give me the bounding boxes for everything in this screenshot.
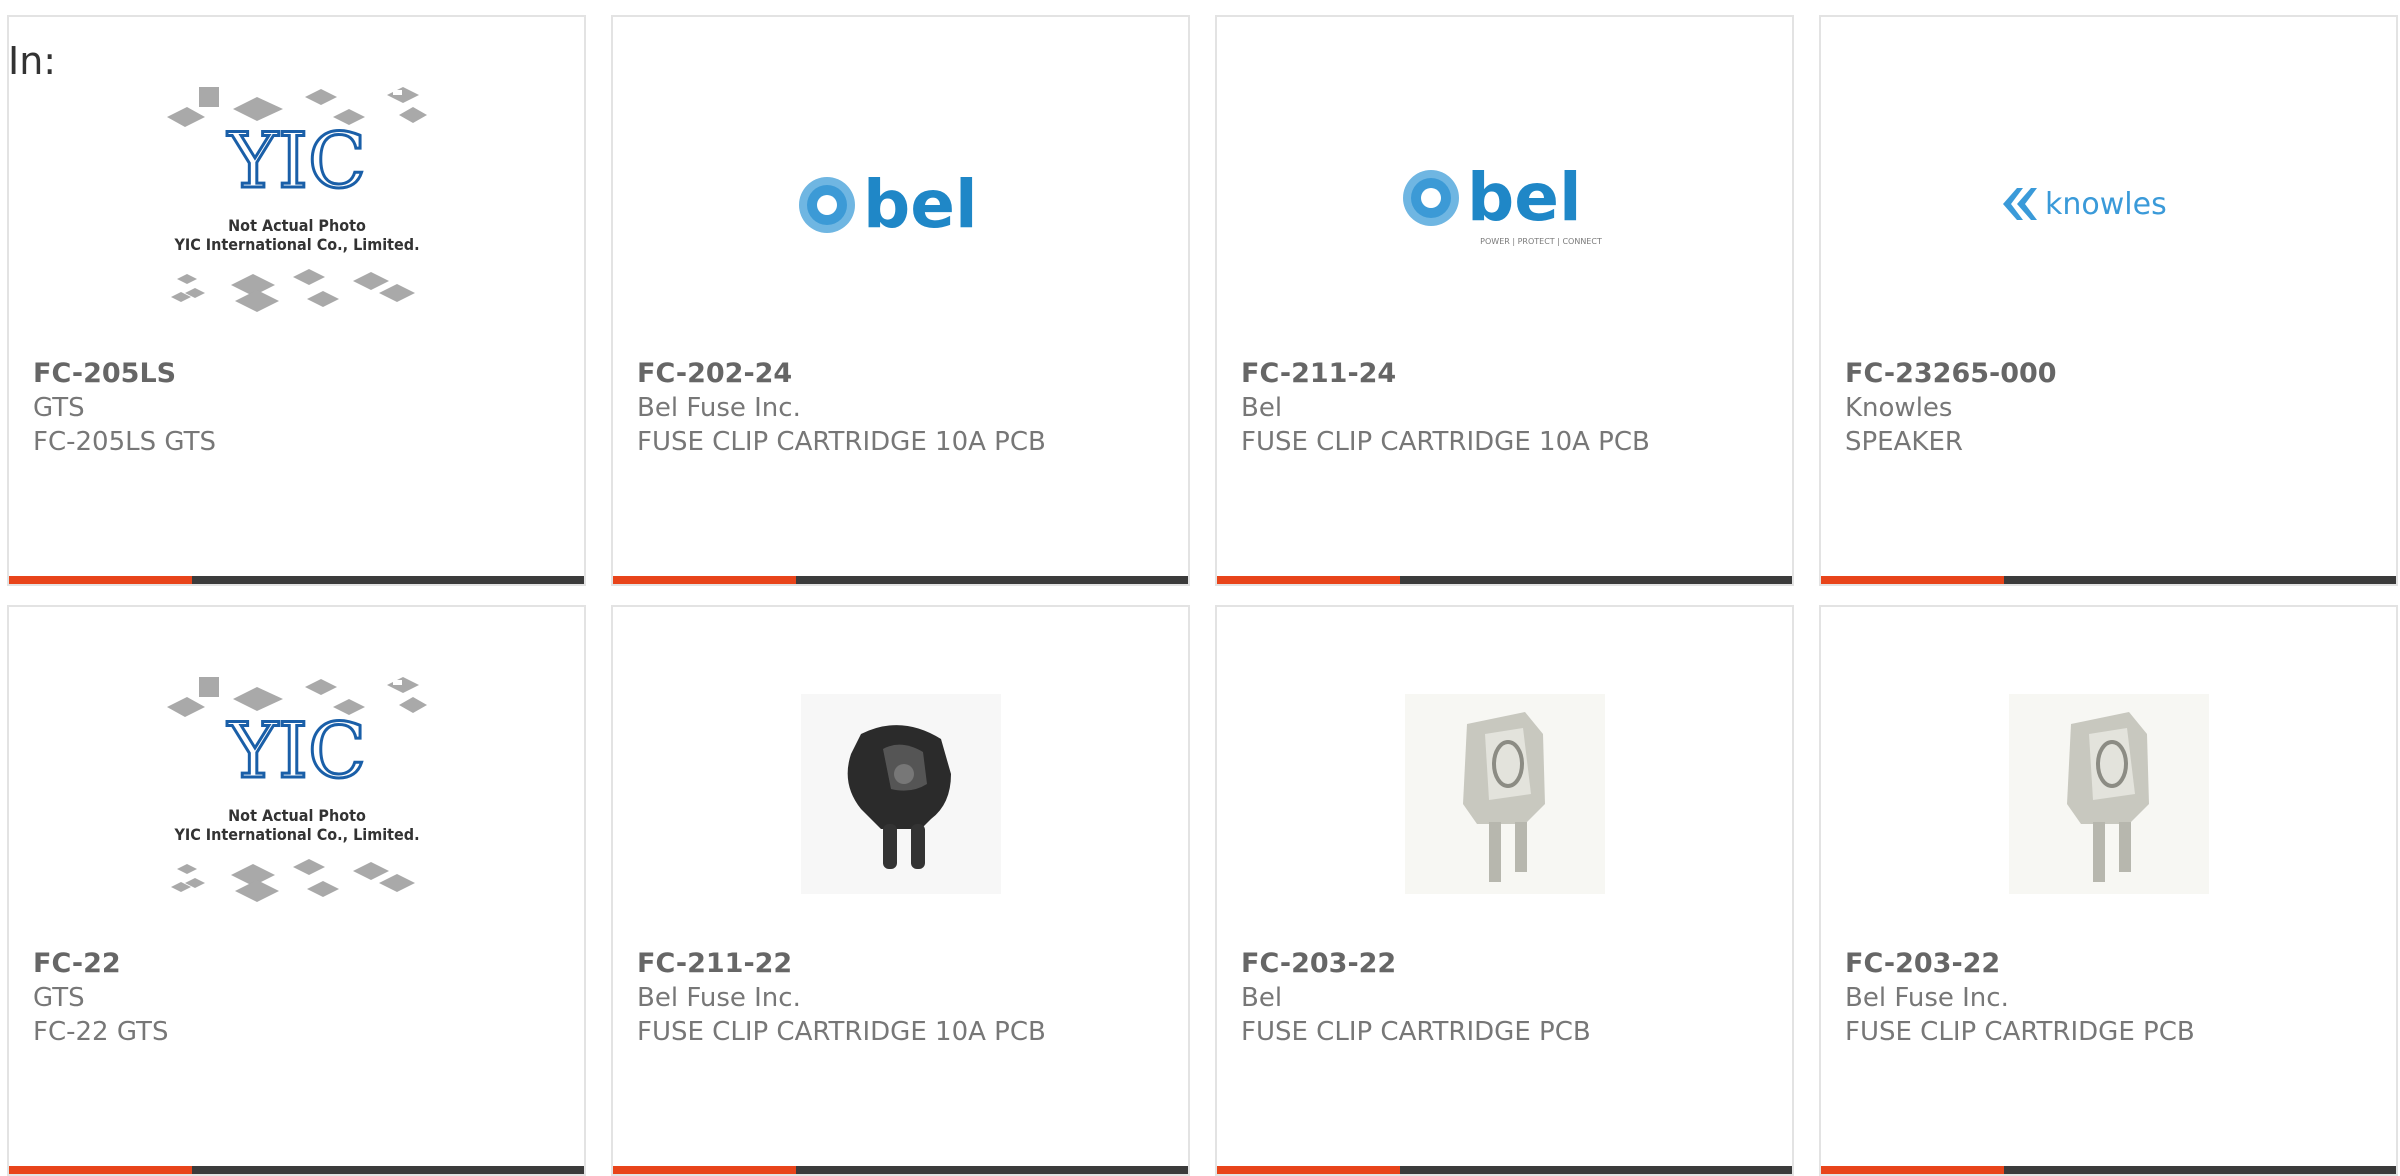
card-bottom-bar bbox=[1217, 1166, 1792, 1174]
card-bottom-bar bbox=[1821, 576, 2396, 584]
svg-text:Not Actual Photo: Not Actual Photo bbox=[228, 216, 366, 235]
description: FUSE CLIP CARTRIDGE 10A PCB bbox=[1241, 427, 1650, 457]
part-number[interactable]: FC-23265-000 bbox=[1845, 357, 2386, 391]
yic-placeholder-image: YIC Not Actual Photo YIC International C… bbox=[157, 64, 437, 344]
manufacturer: GTS bbox=[33, 393, 85, 423]
description: FUSE CLIP CARTRIDGE PCB bbox=[1241, 1017, 1591, 1047]
svg-text:YIC International Co., Limited: YIC International Co., Limited. bbox=[173, 825, 419, 844]
card-bottom-bar bbox=[9, 576, 584, 584]
product-card[interactable]: YIC Not Actual Photo YIC International C… bbox=[7, 605, 586, 1176]
card-bottom-bar bbox=[613, 576, 1188, 584]
part-number[interactable]: FC-203-22 bbox=[1845, 947, 2386, 981]
bel-logo-image: bel bbox=[761, 64, 1041, 344]
product-card[interactable]: bel FC-202-24 Bel Fuse Inc. FUSE CLIP CA… bbox=[611, 15, 1190, 586]
yic-logo-text: YIC bbox=[226, 116, 365, 205]
manufacturer: Bel Fuse Inc. bbox=[637, 393, 801, 423]
silver-fuse-clip-image bbox=[1365, 654, 1645, 934]
svg-text:Not Actual Photo: Not Actual Photo bbox=[228, 806, 366, 825]
manufacturer: GTS bbox=[33, 983, 85, 1013]
part-number[interactable]: FC-203-22 bbox=[1241, 947, 1782, 981]
yic-logo-text: YIC bbox=[226, 706, 365, 795]
card-bottom-bar bbox=[1217, 576, 1792, 584]
card-bottom-bar bbox=[613, 1166, 1188, 1174]
part-number[interactable]: FC-202-24 bbox=[637, 357, 1178, 391]
description: FC-22 GTS bbox=[33, 1017, 169, 1047]
search-in-label: In: bbox=[8, 39, 57, 83]
product-grid: YIC Not Actual Photo YIC International C… bbox=[7, 15, 2398, 1176]
bel-logo-image: bel POWER | PROTECT | CONNECT bbox=[1365, 64, 1645, 344]
bel-logo-text: bel bbox=[863, 166, 978, 243]
part-number[interactable]: FC-211-24 bbox=[1241, 357, 1782, 391]
manufacturer: Bel bbox=[1241, 393, 1283, 423]
knowles-logo-image: knowles bbox=[1969, 64, 2249, 344]
description: FUSE CLIP CARTRIDGE 10A PCB bbox=[637, 427, 1046, 457]
part-number[interactable]: FC-22 bbox=[33, 947, 574, 981]
bel-tagline: POWER | PROTECT | CONNECT bbox=[1480, 237, 1602, 246]
product-card[interactable]: knowles FC-23265-000 Knowles SPEAKER bbox=[1819, 15, 2398, 586]
knowles-logo-text: knowles bbox=[2045, 187, 2167, 222]
manufacturer: Knowles bbox=[1845, 393, 1953, 423]
svg-text:YIC International Co., Limited: YIC International Co., Limited. bbox=[173, 235, 419, 254]
silver-fuse-clip-image bbox=[1969, 654, 2249, 934]
description: FC-205LS GTS bbox=[33, 427, 216, 457]
product-card[interactable]: FC-211-22 Bel Fuse Inc. FUSE CLIP CARTRI… bbox=[611, 605, 1190, 1176]
bel-logo-text: bel bbox=[1467, 159, 1582, 236]
manufacturer: Bel bbox=[1241, 983, 1283, 1013]
black-fuse-clip-image bbox=[761, 654, 1041, 934]
part-number[interactable]: FC-211-22 bbox=[637, 947, 1178, 981]
manufacturer: Bel Fuse Inc. bbox=[637, 983, 801, 1013]
product-card[interactable]: bel POWER | PROTECT | CONNECT FC-211-24 … bbox=[1215, 15, 1794, 586]
part-number[interactable]: FC-205LS bbox=[33, 357, 574, 391]
description: FUSE CLIP CARTRIDGE 10A PCB bbox=[637, 1017, 1046, 1047]
product-card[interactable]: FC-203-22 Bel FUSE CLIP CARTRIDGE PCB bbox=[1215, 605, 1794, 1176]
description: FUSE CLIP CARTRIDGE PCB bbox=[1845, 1017, 2195, 1047]
yic-placeholder-image: YIC Not Actual Photo YIC International C… bbox=[157, 654, 437, 934]
card-bottom-bar bbox=[1821, 1166, 2396, 1174]
card-bottom-bar bbox=[9, 1166, 584, 1174]
description: SPEAKER bbox=[1845, 427, 1963, 457]
product-card[interactable]: FC-203-22 Bel Fuse Inc. FUSE CLIP CARTRI… bbox=[1819, 605, 2398, 1176]
product-card[interactable]: YIC Not Actual Photo YIC International C… bbox=[7, 15, 586, 586]
manufacturer: Bel Fuse Inc. bbox=[1845, 983, 2009, 1013]
